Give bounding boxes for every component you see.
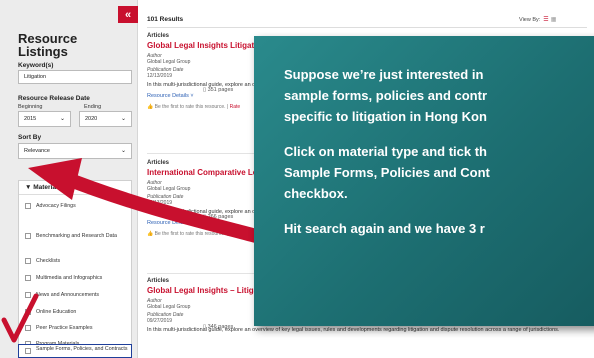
page-count: ▯ 266 pages	[203, 214, 234, 220]
material-item-online-education[interactable]: Online Education	[19, 309, 131, 316]
chevron-down-icon: ⌄	[120, 116, 126, 122]
material-item-benchmarking[interactable]: Benchmarking and Research Data	[19, 233, 131, 240]
view-by: View By: ☰ ▦	[519, 16, 556, 23]
material-item-news[interactable]: News and Announcements	[19, 292, 131, 299]
grid-view-icon[interactable]: ▦	[551, 17, 557, 23]
results-count: 101 Results	[147, 16, 184, 23]
material-type-panel: ▼ Material Type Advocacy Filings Benchma…	[18, 180, 132, 358]
ending-year-value: 2020	[85, 116, 98, 122]
material-item-checklists[interactable]: Checklists	[19, 258, 131, 265]
material-item-multimedia[interactable]: Multimedia and Infographics	[19, 275, 131, 282]
beginning-year-value: 2015	[24, 116, 37, 122]
checkbox[interactable]	[25, 292, 31, 298]
sort-by-select[interactable]: Relevance ⌄	[18, 143, 132, 159]
material-item-label: Multimedia and Infographics	[36, 275, 103, 281]
thumbs-up-icon: 👍	[147, 231, 155, 237]
keyword-label: Keyword(s)	[18, 62, 54, 69]
checkbox[interactable]	[25, 309, 31, 315]
checkbox[interactable]	[25, 233, 31, 239]
material-item-label: News and Announcements	[36, 292, 100, 298]
callout-line: checkbox.	[284, 186, 348, 201]
view-by-label: View By:	[519, 17, 541, 23]
chevron-down-icon: ⌄	[59, 116, 65, 122]
callout-line: sample forms, policies and contr	[284, 88, 487, 103]
thumbs-up-icon: 👍	[147, 104, 155, 110]
callout-line: Click on material type and tick th	[284, 144, 487, 159]
sidebar-title: Resource Listings	[18, 31, 78, 59]
sort-by-label: Sort By	[18, 134, 42, 141]
callout-line: specific to litigation in Hong Kon	[284, 109, 487, 124]
keyword-input[interactable]: Litigation	[18, 70, 132, 84]
divider	[147, 27, 587, 28]
ending-label: Ending	[84, 104, 102, 110]
collapse-sidebar-button[interactable]: «	[118, 6, 138, 23]
material-item-label: Advocacy Filings	[36, 203, 76, 209]
callout-line: Sample Forms, Policies and Cont	[284, 165, 490, 180]
checkbox[interactable]	[25, 325, 31, 331]
material-item-sample-forms[interactable]: Sample Forms, Policies, and Contracts	[18, 344, 132, 358]
list-view-icon[interactable]: ☰	[543, 17, 548, 23]
page-count: ▯ 351 pages	[203, 87, 234, 93]
rate-link[interactable]: Rate	[230, 231, 241, 237]
callout-line: Suppose we’re just interested in	[284, 67, 484, 82]
checkbox[interactable]	[25, 275, 31, 281]
material-item-label: Sample Forms, Policies, and Contracts	[36, 346, 128, 352]
ending-year-select[interactable]: 2020 ⌄	[79, 111, 132, 127]
filter-sidebar: « Resource Listings Keyword(s) Litigatio…	[0, 0, 138, 358]
instruction-callout: Suppose we’re just interested in sample …	[254, 36, 594, 326]
callout-line: Hit search again and we have 3 r	[284, 221, 485, 236]
material-item-peer-practice[interactable]: Peer Practice Examples	[19, 325, 131, 332]
material-type-toggle[interactable]: ▼ Material Type	[19, 181, 131, 195]
beginning-year-select[interactable]: 2015 ⌄	[18, 111, 71, 127]
rate-link[interactable]: Rate	[230, 104, 241, 110]
material-item-label: Peer Practice Examples	[36, 325, 93, 331]
chevron-down-icon: ⌄	[120, 148, 126, 154]
material-item-label: Online Education	[36, 309, 77, 315]
material-item-advocacy-filings[interactable]: Advocacy Filings	[19, 203, 131, 210]
checkbox[interactable]	[25, 203, 31, 209]
beginning-label: Beginning	[18, 104, 43, 110]
material-item-label: Benchmarking and Research Data	[36, 233, 117, 239]
checkbox[interactable]	[25, 348, 31, 354]
release-date-label: Resource Release Date	[18, 95, 90, 102]
sort-by-value: Relevance	[24, 148, 50, 154]
material-item-label: Checklists	[36, 258, 61, 264]
checkbox[interactable]	[25, 258, 31, 264]
page-count: ▯ 346 pages	[203, 324, 234, 330]
